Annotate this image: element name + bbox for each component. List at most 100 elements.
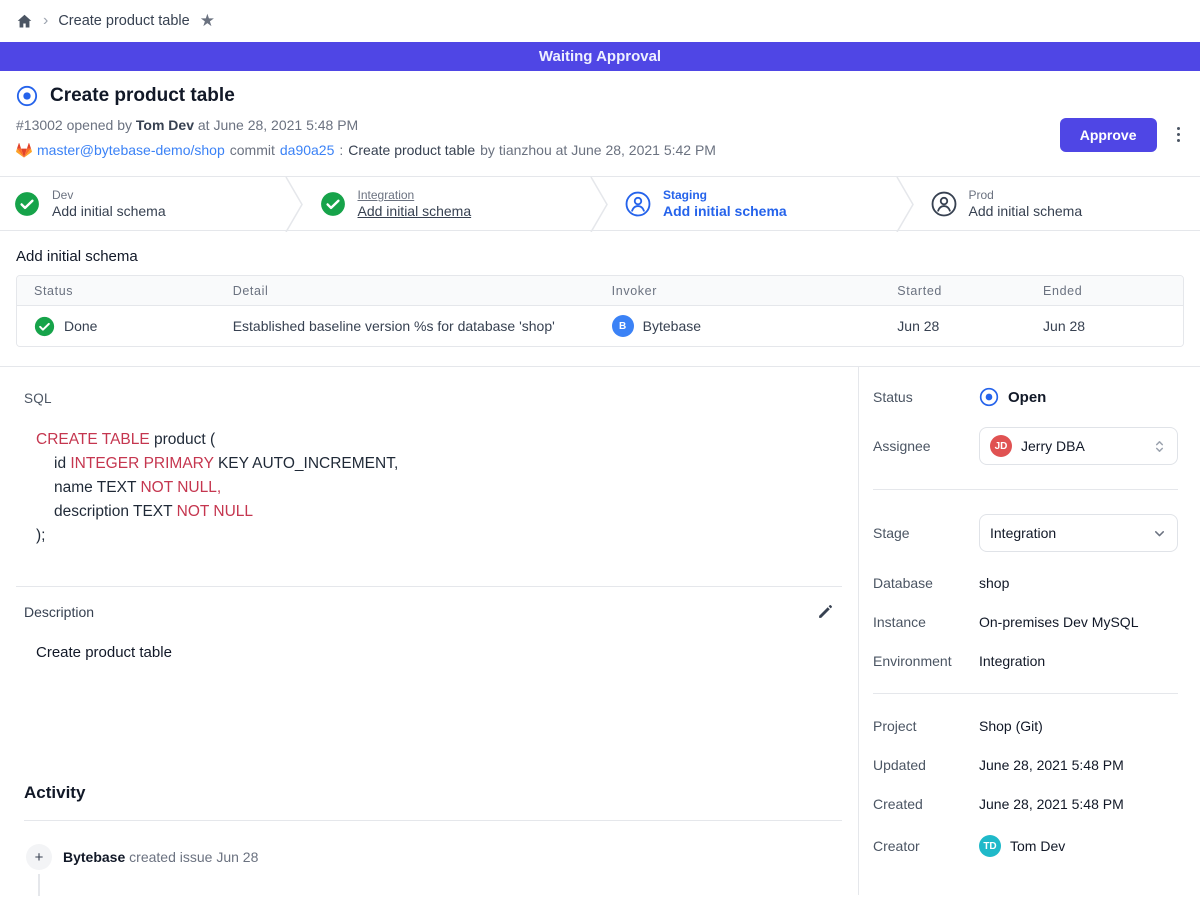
home-icon[interactable] [16, 13, 33, 30]
stage-env-label: Staging [663, 188, 787, 202]
issue-detail-panel: SQL CREATE TABLE product (id INTEGER PRI… [0, 367, 858, 895]
breadcrumb: › Create product table ★ [0, 0, 1200, 42]
stage-env-label: Dev [52, 188, 166, 202]
kebab-menu-icon[interactable] [1173, 123, 1185, 147]
column-header-ended: Ended [1043, 284, 1183, 298]
table-row[interactable]: Done Established baseline version %s for… [17, 306, 1183, 346]
stage-done-icon [14, 191, 40, 217]
task-started-date: Jun 28 [897, 318, 1043, 334]
stage-separator [589, 177, 611, 232]
done-check-icon [34, 316, 55, 337]
invoker-name: Bytebase [643, 318, 701, 334]
star-icon[interactable]: ★ [200, 11, 215, 31]
stage-separator [284, 177, 306, 232]
avatar: TD [979, 835, 1001, 857]
assignee-value: Jerry DBA [1021, 438, 1085, 454]
task-status-text: Done [64, 318, 97, 334]
select-stepper-icon [1152, 439, 1167, 454]
assignee-label: Assignee [873, 438, 979, 454]
activity-entry: + Bytebase created issue Jun 28 [26, 844, 858, 870]
issue-meta: #13002 opened by Tom Dev at June 28, 202… [16, 117, 716, 133]
status-open-icon [979, 387, 999, 407]
stage-label: Stage [873, 525, 979, 541]
task-detail-text: Established baseline version %s for data… [233, 318, 612, 334]
created-value: June 28, 2021 5:48 PM [979, 796, 1178, 812]
edit-pencil-icon[interactable] [817, 603, 834, 620]
issue-id-text: #13002 opened by [16, 117, 132, 133]
divider [873, 693, 1178, 694]
column-header-invoker: Invoker [612, 284, 898, 298]
project-label: Project [873, 718, 979, 734]
project-value: Shop (Git) [979, 718, 1178, 734]
sql-section-label: SQL [0, 367, 858, 406]
stage-value: Integration [990, 525, 1056, 541]
status-value: Open [1008, 389, 1046, 406]
chevron-right-icon: › [43, 13, 48, 29]
commit-message: Create product table [348, 142, 475, 158]
task-ended-date: Jun 28 [1043, 318, 1183, 334]
stage-task-link[interactable]: Add initial schema [52, 203, 166, 219]
column-header-status: Status [17, 284, 233, 298]
activity-actor: Bytebase [63, 849, 125, 865]
divider [873, 489, 1178, 490]
status-banner: Waiting Approval [0, 42, 1200, 71]
breadcrumb-page-label: Create product table [58, 13, 189, 29]
commit-byline: by tianzhou at June 28, 2021 5:42 PM [480, 142, 716, 158]
assignee-select[interactable]: JD Jerry DBA [979, 427, 1178, 465]
pipeline-stage-dev[interactable]: Dev Add initial schema [0, 177, 284, 230]
column-header-detail: Detail [233, 284, 612, 298]
stage-pending-approval-icon [625, 191, 651, 217]
stage-pending-icon [931, 191, 957, 217]
task-table: Status Detail Invoker Started Ended Done… [16, 275, 1184, 347]
created-label: Created [873, 796, 979, 812]
description-label: Description [24, 604, 94, 620]
instance-value: On-premises Dev MySQL [979, 614, 1178, 630]
instance-label: Instance [873, 614, 979, 630]
stage-task-link[interactable]: Add initial schema [358, 203, 472, 219]
pipeline-stage-prod[interactable]: Prod Add initial schema [917, 177, 1200, 230]
avatar: B [612, 315, 634, 337]
creator-label: Creator [873, 838, 979, 854]
issue-sidebar: Status Open Assignee JD Jerry DBA Stage [858, 367, 1200, 895]
creator-value: Tom Dev [1010, 838, 1065, 854]
stage-env-label: Prod [969, 188, 1083, 202]
pipeline: Dev Add initial schema Integration Add i… [0, 176, 1200, 231]
database-value: shop [979, 575, 1178, 591]
updated-label: Updated [873, 757, 979, 773]
commit-branch-link[interactable]: master@bytebase-demo/shop [37, 142, 225, 158]
database-label: Database [873, 575, 979, 591]
task-section-title: Add initial schema [16, 248, 1184, 265]
issue-open-icon [16, 85, 38, 107]
approve-button[interactable]: Approve [1060, 118, 1157, 152]
stage-separator [895, 177, 917, 232]
issue-author: Tom Dev [136, 117, 194, 133]
stage-select[interactable]: Integration [979, 514, 1178, 552]
avatar: JD [990, 435, 1012, 457]
stage-task-link[interactable]: Add initial schema [969, 203, 1083, 219]
description-text: Create product table [36, 644, 858, 661]
task-table-header: Status Detail Invoker Started Ended [17, 276, 1183, 306]
status-label: Status [873, 389, 979, 405]
environment-label: Environment [873, 653, 979, 669]
column-header-started: Started [897, 284, 1043, 298]
chevron-down-icon [1152, 526, 1167, 541]
issue-header: Create product table #13002 opened by To… [0, 71, 1200, 168]
gitlab-icon [16, 143, 32, 158]
stage-task-link[interactable]: Add initial schema [663, 203, 787, 219]
updated-value: June 28, 2021 5:48 PM [979, 757, 1178, 773]
sql-statement: CREATE TABLE product (id INTEGER PRIMARY… [36, 428, 858, 548]
activity-section-title: Activity [24, 783, 858, 803]
commit-line: master@bytebase-demo/shop commit da90a25… [16, 142, 716, 158]
divider [24, 820, 842, 821]
plus-icon: + [26, 844, 52, 870]
commit-word: commit [230, 142, 275, 158]
stage-env-label: Integration [358, 188, 472, 202]
stage-done-icon [320, 191, 346, 217]
commit-hash-link[interactable]: da90a25 [280, 142, 335, 158]
pipeline-stage-integration[interactable]: Integration Add initial schema [306, 177, 590, 230]
activity-action: created issue Jun 28 [129, 849, 258, 865]
page-title: Create product table [50, 85, 235, 107]
commit-colon: : [339, 142, 343, 158]
pipeline-stage-staging[interactable]: Staging Add initial schema [611, 177, 895, 230]
environment-value: Integration [979, 653, 1178, 669]
